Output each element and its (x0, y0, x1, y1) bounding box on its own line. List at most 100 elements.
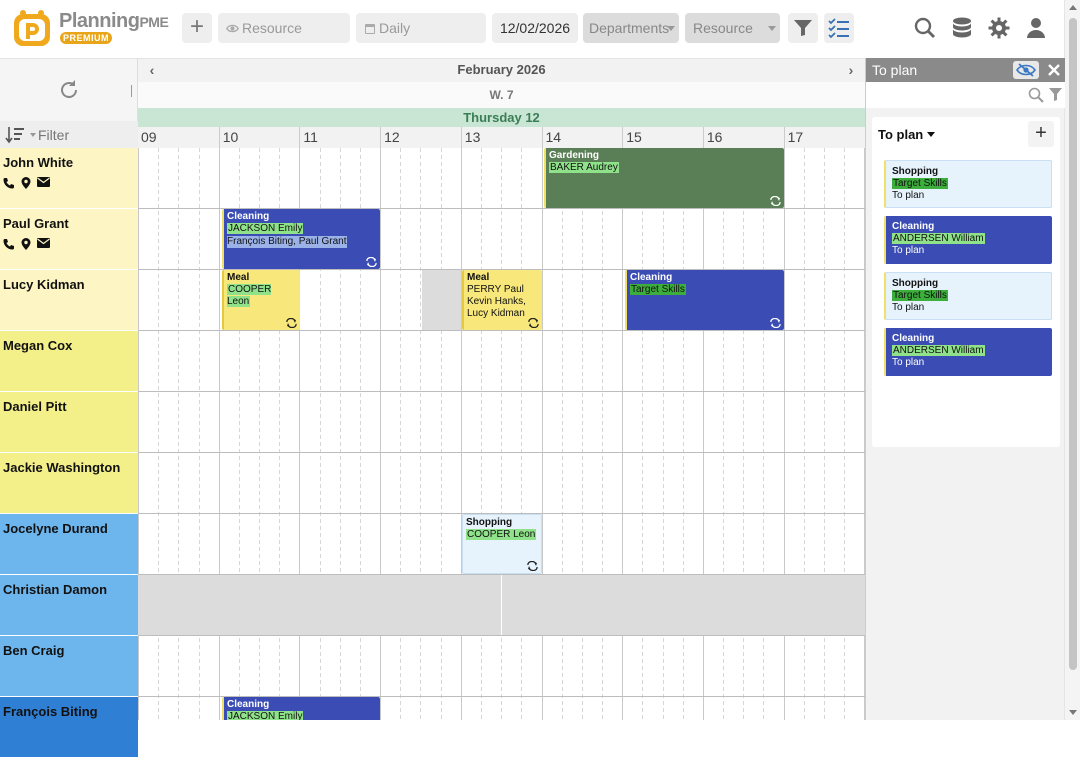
task-assignee: COOPER Leon (227, 284, 272, 307)
to-plan-item[interactable]: Shopping Target Skills To plan (884, 272, 1052, 320)
database-icon (953, 17, 971, 38)
hour-label: 12 (380, 127, 461, 148)
scroll-down-icon[interactable] (1069, 710, 1077, 715)
planning-grid[interactable]: Gardening BAKER Audrey Cleaning JACKSON … (138, 148, 865, 720)
task-shopping[interactable]: Shopping COOPER Leon (462, 514, 542, 574)
column-splitter[interactable] (131, 85, 134, 97)
user-account-button[interactable] (1021, 13, 1051, 43)
search-icon[interactable] (1028, 87, 1044, 103)
resource-name: Lucy Kidman (3, 277, 85, 292)
chevron-down-icon[interactable] (30, 133, 36, 137)
resource-row[interactable]: Daniel Pitt (0, 392, 138, 453)
search-button[interactable] (910, 13, 940, 43)
close-panel-button[interactable] (1045, 61, 1063, 79)
hour-label: 10 (218, 127, 300, 148)
filter-icon[interactable] (1048, 87, 1063, 102)
to-plan-dropdown[interactable]: To plan (878, 127, 936, 142)
resource-row[interactable]: Ben Craig (0, 636, 138, 697)
resource-row[interactable]: François Biting (0, 697, 138, 758)
to-plan-item[interactable]: Shopping Target Skills To plan (884, 160, 1052, 208)
chevron-down-icon (667, 26, 675, 31)
add-to-plan-button[interactable]: + (1028, 121, 1054, 147)
repeat-icon (286, 318, 297, 328)
scrollbar-thumb[interactable] (1069, 18, 1077, 670)
filter-icon (794, 20, 812, 36)
resource-filter-input[interactable] (38, 125, 134, 145)
task-cleaning[interactable]: Cleaning JACKSON Emily François Biting, … (222, 209, 380, 269)
previous-period-button[interactable]: ‹ (140, 59, 164, 83)
location-icon[interactable] (21, 238, 31, 250)
to-plan-panel: To plan To plan + Shopping Target Skills… (865, 58, 1065, 720)
task-gardening[interactable]: Gardening BAKER Audrey (544, 148, 784, 208)
contact-icons (3, 238, 138, 250)
task-participants: François Biting, Paul Grant (227, 236, 347, 248)
email-icon[interactable] (37, 177, 50, 187)
resource-name: Paul Grant (3, 216, 69, 231)
month-label: February 2026 (457, 62, 546, 77)
resource-row[interactable]: Paul Grant (0, 209, 138, 270)
resource-type-select[interactable]: Resource (685, 13, 780, 43)
resource-name: Daniel Pitt (3, 399, 67, 414)
resource-row[interactable]: Jackie Washington (0, 453, 138, 514)
task-cleaning[interactable]: Cleaning JACKSON Emily (222, 697, 380, 720)
day-label: Thursday 12 (463, 110, 540, 125)
unavailable-slot (422, 270, 461, 330)
resource-name: François Biting (3, 704, 98, 719)
scroll-up-icon[interactable] (1069, 5, 1077, 10)
day-header: Thursday 12 (138, 108, 865, 127)
to-plan-list: To plan + Shopping Target Skills To plan… (872, 117, 1060, 447)
filter-button[interactable] (788, 13, 818, 43)
vertical-scrollbar[interactable] (1064, 0, 1080, 720)
refresh-icon[interactable] (58, 79, 80, 101)
next-period-button[interactable]: › (839, 59, 863, 83)
email-icon[interactable] (37, 238, 50, 248)
task-assignee: BAKER Audrey (549, 162, 619, 173)
task-participant: PERRY Paul (467, 284, 524, 295)
view-mode-select[interactable]: Daily (356, 13, 486, 43)
departments-select[interactable]: Departments (583, 13, 679, 43)
gear-icon (988, 17, 1010, 39)
resource-row[interactable]: John White (0, 148, 138, 209)
to-plan-item[interactable]: Cleaning ANDERSEN William To plan (884, 216, 1052, 264)
phone-icon[interactable] (3, 177, 15, 189)
panel-header: To plan (866, 58, 1065, 82)
task-meal[interactable]: Meal COOPER Leon (222, 270, 300, 330)
task-assignee: JACKSON Emily (227, 223, 304, 234)
location-icon[interactable] (21, 177, 31, 189)
calendar-icon (365, 24, 375, 34)
panel-title: To plan (872, 62, 918, 78)
hour-label: 11 (299, 127, 380, 148)
phone-icon[interactable] (3, 238, 15, 250)
settings-button[interactable] (984, 13, 1014, 43)
resource-name: John White (3, 155, 74, 170)
resource-row[interactable]: Megan Cox (0, 331, 138, 392)
repeat-icon (770, 318, 781, 328)
task-skill: Target Skills (630, 284, 686, 295)
app-logo (14, 10, 50, 46)
date-input[interactable]: 12/02/2026 (492, 13, 578, 43)
eye-slash-icon (1016, 63, 1036, 77)
panel-search-bar (866, 82, 1065, 108)
add-button[interactable]: + (182, 13, 212, 43)
sort-filter-row (0, 121, 138, 149)
resource-column-header (0, 58, 138, 149)
task-assignee: COOPER Leon (466, 529, 537, 540)
resource-name: Christian Damon (3, 582, 108, 597)
task-cleaning[interactable]: Cleaning Target Skills (625, 270, 784, 330)
resource-search-field[interactable]: Resource (218, 13, 350, 43)
resource-row[interactable]: Jocelyne Durand (0, 514, 138, 575)
database-button[interactable] (947, 13, 977, 43)
chevron-down-icon (768, 26, 776, 31)
toggle-visibility-button[interactable] (1013, 61, 1039, 79)
resource-row[interactable]: Christian Damon (0, 575, 138, 636)
to-plan-item[interactable]: Cleaning ANDERSEN William To plan (884, 328, 1052, 376)
sort-icon[interactable] (4, 126, 26, 144)
caret-down-icon (927, 132, 936, 137)
resource-name: Jackie Washington (3, 460, 121, 475)
task-meal[interactable]: Meal PERRY Paul Kevin Hanks, Lucy Kidman (462, 270, 542, 330)
search-icon (914, 17, 935, 38)
repeat-icon (527, 561, 538, 571)
resource-row[interactable]: Lucy Kidman (0, 270, 138, 331)
task-assignee: JACKSON Emily (227, 711, 304, 720)
task-list-button[interactable] (824, 13, 854, 43)
